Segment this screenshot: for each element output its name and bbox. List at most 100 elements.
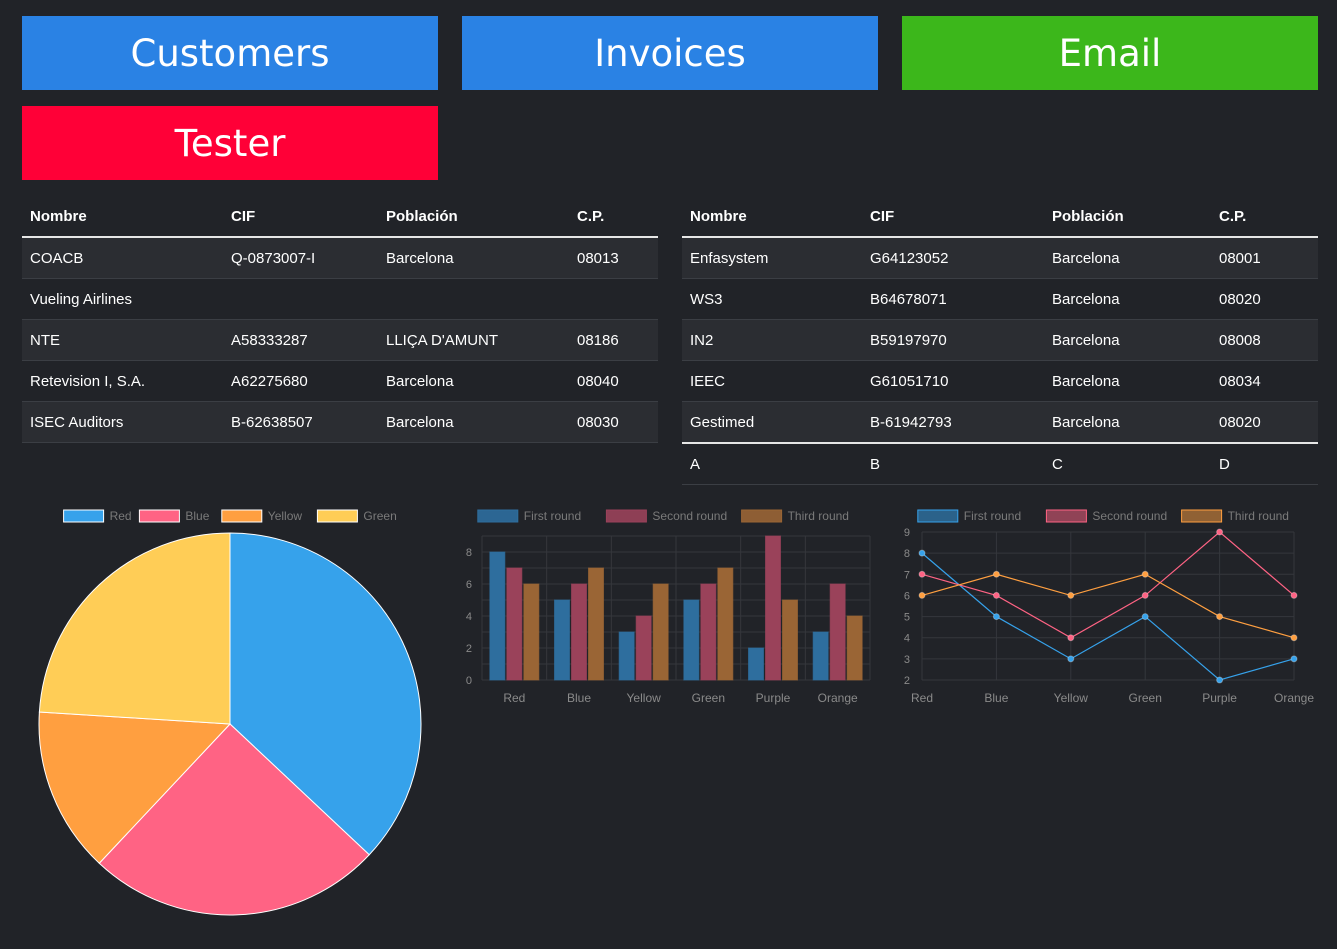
data-point [992, 591, 1000, 599]
data-point [918, 549, 926, 557]
y-tick-label: 8 [466, 547, 472, 559]
cell-cp: 08020 [1211, 278, 1318, 320]
legend-label: Red [110, 509, 132, 523]
bar [700, 583, 717, 681]
data-point [1067, 591, 1075, 599]
cell-cif: A62275680 [223, 360, 378, 402]
x-tick-label: Green [692, 691, 725, 705]
table-row[interactable]: Gestimed B-61942793 Barcelona 08020 [682, 401, 1318, 444]
table-row[interactable]: IN2 B59197970 Barcelona 08008 [682, 319, 1318, 361]
table-row[interactable]: Enfasystem G64123052 Barcelona 08001 [682, 237, 1318, 279]
cell-cif: B59197970 [862, 319, 1044, 361]
legend-swatch [477, 509, 519, 523]
cell-poblacion: Barcelona [1044, 401, 1211, 444]
cell-nombre: Gestimed [682, 401, 862, 444]
y-tick-label: 2 [466, 643, 472, 655]
y-tick-label: 8 [904, 548, 910, 560]
customers-table-left: Nombre CIF Población C.P. COACB Q-087300… [22, 196, 658, 443]
table-row[interactable]: WS3 B64678071 Barcelona 08020 [682, 278, 1318, 320]
legend-label: First round [964, 509, 1021, 523]
bar [717, 567, 734, 681]
cell-cp [569, 278, 658, 320]
header-nombre: Nombre [682, 196, 862, 238]
cell-cif: B-62638507 [223, 401, 378, 443]
legend-swatch [917, 509, 959, 523]
data-point [1141, 570, 1149, 578]
x-tick-label: Purple [1202, 691, 1237, 705]
bar [489, 551, 506, 681]
cell-nombre: Enfasystem [682, 237, 862, 279]
legend-label: First round [524, 509, 581, 523]
legend-swatch [741, 509, 783, 523]
table-row[interactable]: NTE A58333287 LLIÇA D'AMUNT 08186 [22, 319, 658, 361]
cell-cp: 08030 [569, 401, 658, 443]
cell-nombre: Vueling Airlines [22, 278, 223, 320]
footer-cell: D [1211, 442, 1318, 485]
bar [523, 583, 540, 681]
cell-cp: 08008 [1211, 319, 1318, 361]
data-point [1290, 655, 1298, 663]
cell-poblacion: LLIÇA D'AMUNT [378, 319, 569, 361]
legend-swatch [316, 509, 358, 523]
y-tick-label: 5 [904, 612, 910, 624]
legend-swatch [1181, 509, 1223, 523]
y-tick-label: 4 [904, 633, 910, 645]
y-tick-label: 2 [904, 675, 910, 687]
customers-tile[interactable]: Customers [22, 16, 438, 90]
table-row[interactable]: ISEC Auditors B-62638507 Barcelona 08030 [22, 401, 658, 443]
table-row[interactable]: Vueling Airlines [22, 278, 658, 320]
x-tick-label: Green [1129, 691, 1162, 705]
cell-nombre: IN2 [682, 319, 862, 361]
tester-tile[interactable]: Tester [22, 106, 438, 180]
bar [782, 599, 798, 681]
header-nombre: Nombre [22, 196, 223, 238]
bar [635, 615, 652, 681]
bar-chart: First round Second round Third round 0 2 4 6 8 R… [466, 509, 871, 705]
x-tick-label: Orange [1274, 691, 1314, 705]
data-point [1067, 634, 1075, 642]
header-cp: C.P. [1211, 196, 1318, 238]
footer-cell: C [1044, 442, 1211, 485]
table-row[interactable]: COACB Q-0873007-I Barcelona 08013 [22, 237, 658, 279]
invoices-tile[interactable]: Invoices [462, 16, 878, 90]
legend-swatch [221, 509, 263, 523]
x-tick-label: Red [503, 691, 525, 705]
cell-poblacion [378, 278, 569, 320]
bar [506, 567, 523, 681]
y-tick-label: 6 [904, 590, 910, 602]
data-point [1141, 591, 1149, 599]
bar [571, 583, 587, 681]
bar [652, 583, 669, 681]
cell-cp: 08001 [1211, 237, 1318, 279]
cell-poblacion: Barcelona [1044, 319, 1211, 361]
table-header-row: Nombre CIF Población C.P. [682, 196, 1318, 238]
bar [829, 583, 846, 681]
cell-cp: 08013 [569, 237, 658, 279]
y-tick-label: 9 [904, 527, 910, 539]
data-point [1290, 634, 1298, 642]
cell-poblacion: Barcelona [378, 360, 569, 402]
cell-poblacion: Barcelona [1044, 237, 1211, 279]
cell-poblacion: Barcelona [378, 237, 569, 279]
data-point [918, 591, 926, 599]
y-tick-label: 7 [904, 569, 910, 581]
table-row[interactable]: Retevision I, S.A. A62275680 Barcelona 0… [22, 360, 658, 402]
y-tick-label: 3 [904, 654, 910, 666]
cell-nombre: IEEC [682, 360, 862, 402]
y-tick-label: 6 [466, 579, 472, 591]
cell-nombre: NTE [22, 319, 223, 361]
pie-slice [38, 532, 231, 725]
data-point [918, 570, 926, 578]
cell-cp: 08034 [1211, 360, 1318, 402]
email-tile[interactable]: Email [902, 16, 1318, 90]
cell-poblacion: Barcelona [1044, 278, 1211, 320]
data-point [1216, 613, 1224, 621]
legend-label: Green [363, 509, 396, 523]
cell-nombre: Retevision I, S.A. [22, 360, 223, 402]
y-tick-label: 0 [466, 675, 472, 687]
bar [588, 567, 604, 681]
data-point [992, 570, 1000, 578]
data-point [1067, 655, 1075, 663]
y-tick-label: 4 [466, 611, 472, 623]
table-row[interactable]: IEEC G61051710 Barcelona 08034 [682, 360, 1318, 402]
